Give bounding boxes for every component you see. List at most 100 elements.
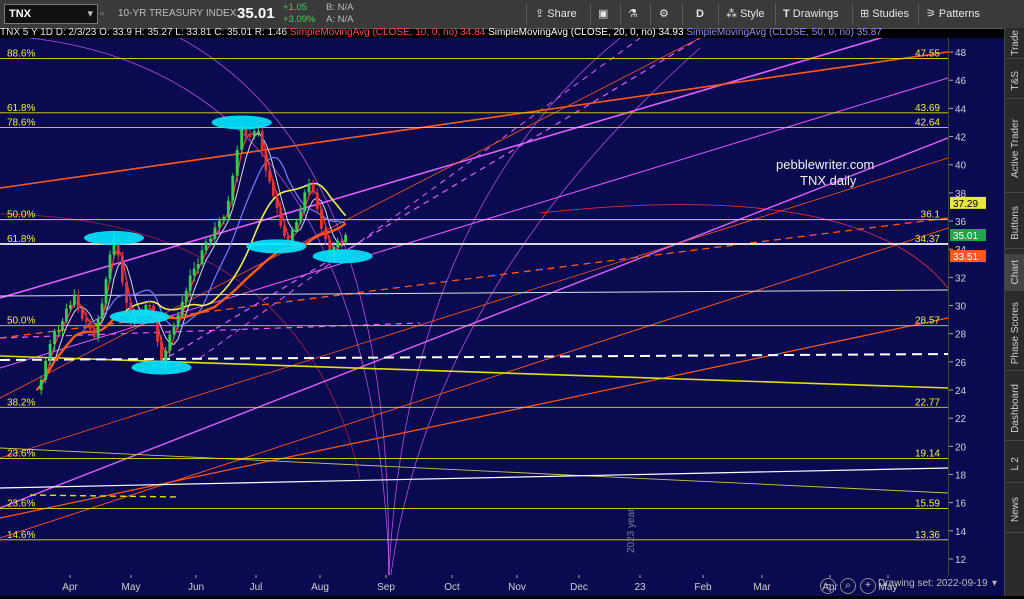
sidebar-tab-phase-scores[interactable]: Phase Scores (1005, 296, 1024, 371)
sidebar-tab-chart[interactable]: Chart (1005, 254, 1024, 291)
candle-body (168, 334, 172, 351)
last-price: 35.01 (237, 5, 275, 22)
y-tick-label: 46 (955, 76, 967, 87)
studies-button[interactable]: ⊞ Studies (860, 0, 909, 28)
drawings-label: Drawings (792, 8, 839, 20)
candle-body (271, 181, 275, 196)
pivot-highlight (211, 115, 272, 130)
x-tick-label: Mar (753, 582, 771, 593)
fib-price-label: 28.57 (915, 316, 940, 327)
lock-icon: ▫ (100, 8, 104, 20)
studies-label: Studies (872, 8, 909, 20)
y-tick-label: 28 (955, 330, 967, 341)
x-tick-label: Sep (377, 582, 395, 593)
style-icon: ⁂ (726, 8, 741, 20)
sidebar-tab-label: L 2 (1009, 457, 1021, 471)
drawing-set-label[interactable]: Drawing set: 2022-09-19 (878, 578, 988, 589)
flask-icon[interactable]: ⚗ (628, 0, 638, 28)
trend-line[interactable] (0, 353, 948, 361)
zoom-out-icon[interactable]: − (820, 578, 836, 594)
candle-body (176, 315, 180, 327)
pivot-highlight (312, 249, 373, 264)
sidebar-tab-label: News (1009, 497, 1021, 523)
x-tick-label: Dec (570, 582, 588, 593)
y-tick-label: 36 (955, 217, 967, 228)
candle-body (100, 303, 104, 319)
candle-body (336, 240, 340, 248)
candle-body (279, 207, 283, 226)
fib-percent-label: 14.6% (7, 530, 35, 541)
x-tick-label: Oct (444, 582, 460, 593)
y-tick-label: 18 (955, 470, 967, 481)
chevron-down-icon: ▾ (87, 8, 93, 20)
candle-body (257, 131, 260, 133)
sma20-line[interactable] (36, 131, 346, 391)
y-tick-label: 16 (955, 499, 967, 510)
symbol-selector[interactable]: TNX ▾ (4, 4, 98, 24)
price-badge-label: 33.51 (953, 252, 978, 263)
candle-body (315, 192, 319, 210)
candle-body (307, 183, 311, 193)
drawings-button[interactable]: T Drawings (783, 0, 839, 28)
candle-body (222, 216, 226, 221)
period-button[interactable]: D (696, 0, 704, 28)
bid-value: B: N/A (326, 2, 354, 13)
sidebar-tab-l-2[interactable]: L 2 (1005, 446, 1024, 483)
pivot-highlight (131, 360, 192, 375)
gear-icon[interactable]: ⚙ (659, 0, 669, 28)
sidebar-tab-active-trader[interactable]: Active Trader (1005, 104, 1024, 193)
x-tick-label: Nov (508, 582, 526, 593)
x-tick-label: May (122, 582, 141, 593)
fib-percent-label: 78.6% (7, 118, 35, 129)
trend-line[interactable] (0, 467, 948, 489)
trend-line[interactable] (0, 157, 948, 459)
sidebar-tab-news[interactable]: News (1005, 488, 1024, 533)
time-axis[interactable]: Apr May Jun Jul Aug Sep Oct Nov Dec 23 Feb Mar Apr Ma… (0, 575, 1004, 596)
candle-body (156, 320, 159, 342)
sidebar-tab-t-s[interactable]: T&S (1005, 64, 1024, 99)
symbol-text: TNX (9, 8, 31, 20)
sma50-legend[interactable]: SimpleMovingAvg (CLOSE, 50, 0, no) 35.87 (686, 28, 881, 38)
candle-body (235, 149, 239, 176)
annotation-title: TNX daily (800, 173, 857, 188)
sma20-legend[interactable]: SimpleMovingAvg (CLOSE, 20, 0, no) 34.93 (488, 28, 683, 38)
sidebar-tab-dashboard[interactable]: Dashboard (1005, 376, 1024, 441)
trend-line[interactable] (0, 317, 948, 519)
fib-price-label: 19.14 (915, 448, 940, 459)
zoom-in-icon[interactable]: + (860, 578, 876, 594)
price-chart[interactable]: 88.6% 47.55 61.8% 43.69 78.6% 42.64 50.0% 36.1 6… (0, 38, 948, 575)
drawing-set-chevron-icon[interactable]: ▾ (992, 578, 997, 589)
sidebar-tab-buttons[interactable]: Buttons (1005, 198, 1024, 249)
text-tool-icon: T (783, 8, 793, 20)
sidebar-tab-trade[interactable]: Trade (1005, 28, 1024, 59)
trend-line[interactable] (0, 38, 701, 399)
sidebar-tab-label: Chart (1009, 259, 1021, 285)
candle-body (200, 250, 204, 264)
candle-body (48, 344, 52, 361)
y-tick-label: 26 (955, 358, 967, 369)
style-button[interactable]: ⁂ Style (726, 0, 765, 28)
candle-body (324, 228, 328, 240)
pivot-highlight (83, 230, 144, 245)
candle-body (192, 268, 196, 276)
sma10-line[interactable] (36, 132, 347, 391)
price-badge-label: 35.01 (953, 231, 978, 242)
price-axis[interactable]: 1214161820222426283032343638404244464837… (948, 38, 1005, 575)
share-button[interactable]: ⇪ Share (535, 0, 577, 28)
ohlc-readout: TNX 5 Y 1D D: 2/3/23 O: 33.9 H: 35.27 L:… (0, 28, 288, 38)
trend-line[interactable] (29, 494, 181, 498)
x-tick-label: Jun (188, 582, 204, 593)
x-tick-label: 23 (634, 582, 646, 593)
sidebar-tab-label: Phase Scores (1009, 301, 1021, 365)
chart-plot-area[interactable]: 88.6% 47.55 61.8% 43.69 78.6% 42.64 50.0% 36.1 6… (0, 38, 948, 575)
candle-body (188, 275, 192, 291)
trend-line[interactable] (199, 38, 641, 359)
candle-body (104, 279, 108, 304)
y-tick-label: 44 (955, 104, 967, 115)
patterns-button[interactable]: ⚞ Patterns (926, 0, 980, 28)
sma10-legend[interactable]: SimpleMovingAvg (CLOSE, 10, 0, no) 34.84 (290, 28, 485, 38)
y-tick-label: 20 (955, 442, 967, 453)
candle-body (39, 379, 43, 390)
save-icon[interactable]: ▣ (598, 0, 608, 28)
magnifier-icon[interactable]: ⌕ (840, 578, 856, 594)
